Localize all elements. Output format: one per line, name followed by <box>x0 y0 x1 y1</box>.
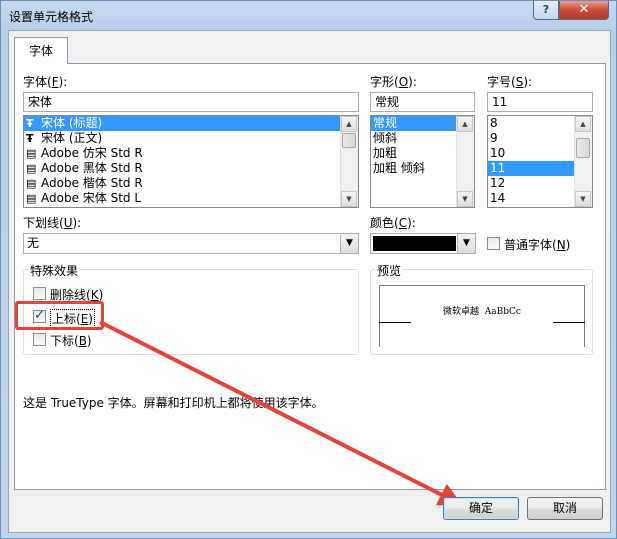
tab-font[interactable]: 字体 <box>14 37 68 64</box>
annotation-arrow-icon <box>99 320 463 506</box>
cancel-button[interactable]: 取消 <box>527 497 603 520</box>
ok-button[interactable]: 确定 <box>443 497 519 520</box>
